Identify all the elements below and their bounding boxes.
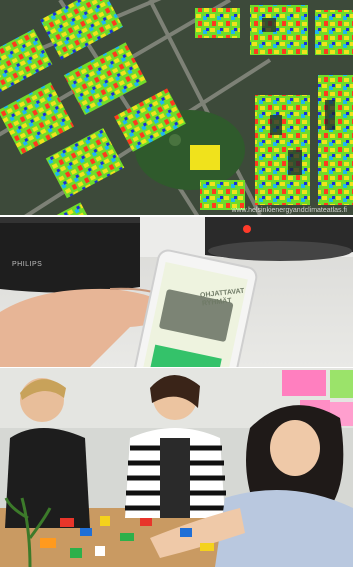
aerial-city-map	[0, 0, 353, 215]
phone-app-photo: PHILIPS OHJATTAVAT RYHMÄT	[0, 217, 353, 367]
solar-map-photo: www.helsinkienergyandclimateatlas.fi	[0, 0, 353, 215]
map-credit-text: www.helsinkienergyandclimateatlas.fi	[231, 207, 347, 214]
appliance-brand-text: PHILIPS	[12, 261, 43, 268]
workshop-photo	[0, 368, 353, 567]
phone-scene	[0, 217, 353, 367]
workshop-scene	[0, 368, 353, 567]
image-collage: www.helsinkienergyandclimateatlas.fi PHI…	[0, 0, 353, 567]
